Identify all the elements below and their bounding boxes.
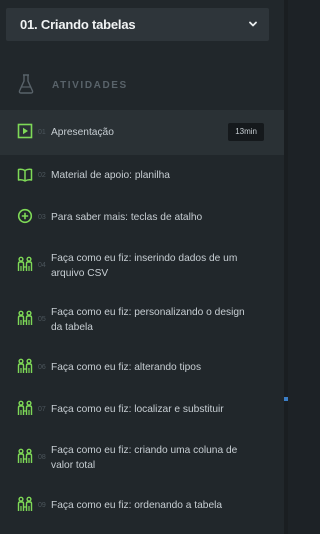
people-icon bbox=[17, 496, 33, 511]
activity-number: 03 bbox=[38, 214, 46, 221]
people-icon bbox=[17, 448, 33, 463]
activity-number: 07 bbox=[38, 406, 46, 413]
people-icon bbox=[17, 256, 33, 271]
activity-number: 01 bbox=[38, 129, 46, 136]
activity-title: Faça como eu fiz: localizar e substituir bbox=[51, 404, 224, 415]
activity-number: 02 bbox=[38, 172, 46, 179]
activity-number: 04 bbox=[38, 262, 46, 269]
course-sidebar: 01. Criando tabelas ATIVIDADES 01 Aprese… bbox=[0, 0, 284, 534]
section-label: ATIVIDADES bbox=[52, 80, 128, 91]
activity-item-01[interactable]: 01 Apresentação 13min bbox=[0, 110, 284, 155]
activity-item-09[interactable]: 09 Faça como eu fiz: ordenando a tabela bbox=[0, 490, 284, 522]
activity-item-06[interactable]: 06 Faça como eu fiz: alterando tipos bbox=[0, 352, 284, 384]
chevron-down-icon bbox=[249, 21, 257, 27]
activity-title: Faça como eu fiz: criando uma coluna de … bbox=[51, 445, 238, 471]
module-select[interactable]: 01. Criando tabelas bbox=[6, 8, 269, 41]
activity-title: Faça como eu fiz: alterando tipos bbox=[51, 362, 202, 373]
people-icon bbox=[17, 310, 33, 325]
open-book-icon bbox=[17, 168, 33, 182]
activity-title: Para saber mais: teclas de atalho bbox=[51, 212, 203, 223]
activity-title: Material de apoio: planilha bbox=[51, 170, 170, 181]
activity-title: Faça como eu fiz: inserindo dados de um … bbox=[51, 253, 238, 279]
activity-item-08[interactable]: 08 Faça como eu fiz: criando uma coluna … bbox=[0, 440, 284, 480]
activity-item-07[interactable]: 07 Faça como eu fiz: localizar e substit… bbox=[0, 394, 284, 426]
activity-item-02[interactable]: 02 Material de apoio: planilha bbox=[0, 160, 284, 192]
flask-icon bbox=[18, 74, 34, 94]
activities-section-header: ATIVIDADES bbox=[0, 70, 284, 100]
activity-number: 09 bbox=[38, 502, 46, 509]
play-video-icon bbox=[17, 123, 33, 139]
activity-title: Faça como eu fiz: ordenando a tabela bbox=[51, 500, 223, 511]
people-icon bbox=[17, 400, 33, 415]
activity-title: Apresentação bbox=[51, 127, 114, 138]
activity-number: 08 bbox=[38, 454, 46, 461]
activity-number: 05 bbox=[38, 316, 46, 323]
people-icon bbox=[17, 358, 33, 373]
activity-item-05[interactable]: 05 Faça como eu fiz: personalizando o de… bbox=[0, 301, 284, 341]
page-edge bbox=[284, 0, 288, 534]
duration-badge: 13min bbox=[228, 123, 264, 141]
activity-item-03[interactable]: 03 Para saber mais: teclas de atalho bbox=[0, 202, 284, 234]
activity-title: Faça como eu fiz: personalizando o desig… bbox=[51, 307, 245, 333]
scroll-indicator bbox=[284, 397, 288, 401]
plus-circle-icon bbox=[17, 208, 33, 224]
module-select-label: 01. Criando tabelas bbox=[20, 17, 136, 32]
activity-number: 06 bbox=[38, 364, 46, 371]
activity-item-04[interactable]: 04 Faça como eu fiz: inserindo dados de … bbox=[0, 248, 284, 288]
